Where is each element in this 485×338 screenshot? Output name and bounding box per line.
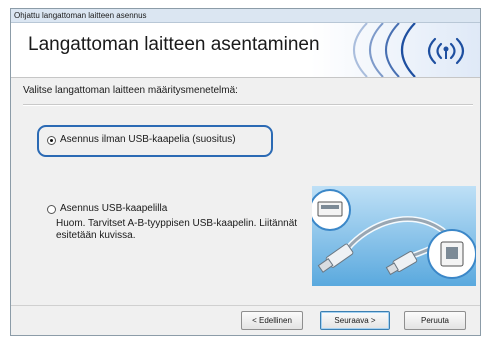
- option-label-wireless[interactable]: Asennus ilman USB-kaapelia (suositus): [60, 134, 236, 145]
- window-title: Ohjattu langattoman laitteen asennus: [11, 9, 480, 23]
- option-label-usb[interactable]: Asennus USB-kaapelilla: [60, 203, 167, 214]
- next-button[interactable]: Seuraava >: [320, 311, 390, 330]
- usb-cable-note: Huom. Tarvitset A-B-tyyppisen USB-kaapel…: [56, 218, 298, 241]
- footer-divider: [11, 305, 480, 306]
- radio-wireless-setup[interactable]: [47, 136, 56, 145]
- radio-selected-dot: [50, 139, 53, 142]
- usb-a-b-cable-icon: [312, 186, 476, 286]
- cancel-button[interactable]: Peruuta: [404, 311, 466, 330]
- wizard-banner: Langattoman laitteen asentaminen: [11, 23, 480, 78]
- wizard-heading: Langattoman laitteen asentaminen: [28, 34, 320, 55]
- method-prompt: Valitse langattoman laitteen määritysmen…: [23, 85, 238, 96]
- back-button[interactable]: < Edellinen: [241, 311, 303, 330]
- divider: [23, 104, 473, 106]
- setup-wizard-window: Ohjattu langattoman laitteen asennus Lan…: [10, 8, 481, 336]
- radio-usb-setup[interactable]: [47, 205, 56, 214]
